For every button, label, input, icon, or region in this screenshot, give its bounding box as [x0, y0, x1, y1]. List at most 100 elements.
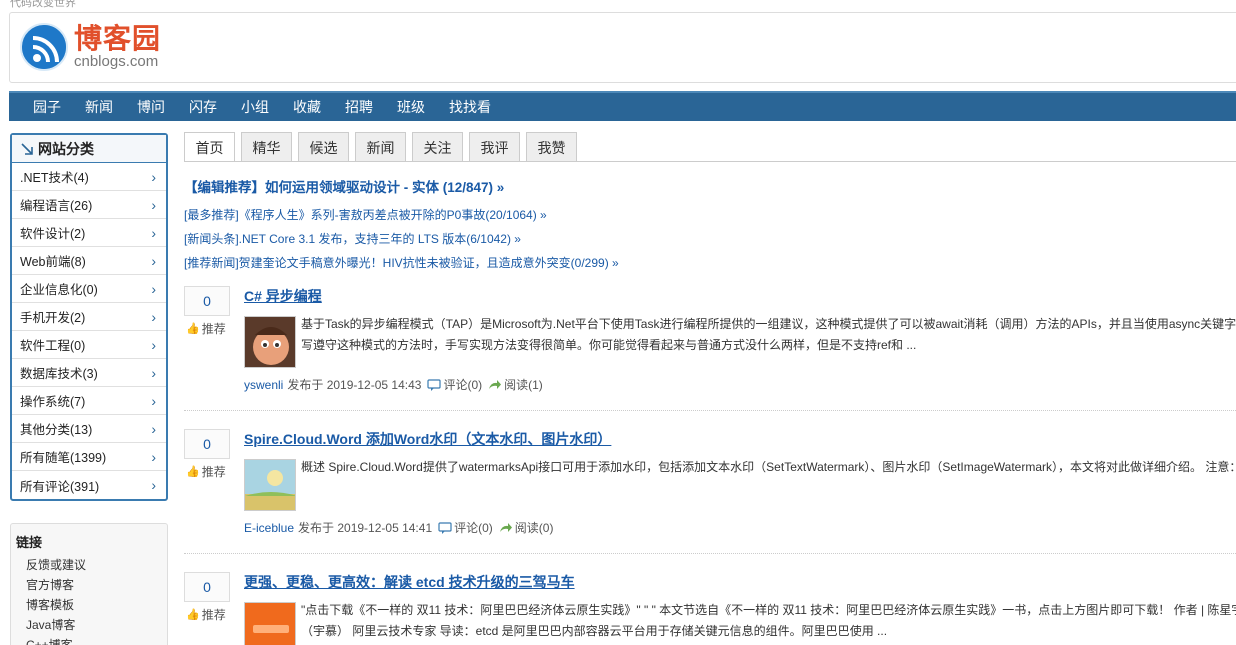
post-title[interactable]: C# 异步编程	[244, 286, 322, 306]
tab-home[interactable]: 首页	[184, 132, 235, 162]
nav-item[interactable]: 新闻	[85, 97, 113, 117]
nav-item[interactable]: 找找看	[449, 97, 491, 117]
post-date: 发布于 2019-12-05 14:43	[287, 378, 422, 392]
chevron-right-icon: ›	[151, 252, 156, 269]
reads-link[interactable]: 阅读(1)	[504, 376, 543, 393]
thumbs-up-icon: 👍	[186, 466, 200, 478]
category-item[interactable]: .NET技术(4) ›	[12, 163, 166, 191]
chevron-right-icon: ›	[151, 196, 156, 213]
category-item[interactable]: 手机开发(2) ›	[12, 303, 166, 331]
nav-item[interactable]: 园子	[33, 97, 61, 117]
avatar[interactable]	[244, 459, 296, 511]
chevron-right-icon: ›	[151, 168, 156, 185]
rss-logo-icon	[20, 23, 68, 71]
tab-my-comments[interactable]: 我评	[469, 132, 520, 162]
post-date: 发布于 2019-12-05 14:41	[298, 521, 433, 535]
nav-item[interactable]: 招聘	[345, 97, 373, 117]
tab-candidate[interactable]: 候选	[298, 132, 349, 162]
link-item[interactable]: 博客模板	[16, 595, 162, 615]
tab-news[interactable]: 新闻	[355, 132, 406, 162]
chevron-right-icon: ›	[151, 420, 156, 437]
category-label: 数据库技术(3)	[20, 367, 98, 381]
tab-featured[interactable]: 精华	[241, 132, 292, 162]
post-author[interactable]: E-iceblue	[244, 521, 294, 535]
recommend-link[interactable]: [最多推荐]《程序人生》系列-害敖丙差点被开除的P0事故(20/1064) »	[184, 206, 547, 223]
links-title: 链接	[16, 535, 43, 550]
category-item[interactable]: 所有随笔(1399) ›	[12, 443, 166, 471]
category-item[interactable]: 所有评论(391) ›	[12, 471, 166, 499]
recommend-button[interactable]: 👍 推荐	[186, 320, 226, 337]
recommend-label: 推荐	[201, 322, 226, 336]
category-label: 编程语言(26)	[20, 199, 93, 213]
news-headline-link[interactable]: [新闻头条].NET Core 3.1 发布，支持三年的 LTS 版本(6/10…	[184, 230, 521, 247]
chevron-right-icon: ›	[151, 364, 156, 381]
post-meta: yswenli 发布于 2019-12-05 14:43 评论(0) 阅读(1)	[244, 376, 543, 393]
category-item[interactable]: 软件设计(2) ›	[12, 219, 166, 247]
recommend-button[interactable]: 👍 推荐	[186, 606, 226, 623]
post-title[interactable]: 更强、更稳、更高效：解读 etcd 技术升级的三驾马车	[244, 572, 575, 592]
editor-pick-link[interactable]: 【编辑推荐】如何运用领域驱动设计 - 实体 (12/847) »	[184, 176, 504, 196]
category-item[interactable]: 数据库技术(3) ›	[12, 359, 166, 387]
comment-icon	[427, 378, 442, 391]
post-item: 0 👍 推荐 更强、更稳、更高效：解读 etcd 技术升级的三驾马车 "点击下载《…	[184, 572, 1236, 645]
category-item[interactable]: 编程语言(26) ›	[12, 191, 166, 219]
post-title[interactable]: Spire.Cloud.Word 添加Word水印（文本水印、图片水印）	[244, 429, 611, 449]
category-item[interactable]: 软件工程(0) ›	[12, 331, 166, 359]
category-label: .NET技术(4)	[20, 171, 89, 185]
links-panel: 链接 反馈或建议 官方博客 博客模板 Java博客 C++博客	[10, 523, 168, 645]
link-item[interactable]: Java博客	[16, 615, 162, 635]
logo-domain: cnblogs.com	[74, 53, 159, 70]
recommend-button[interactable]: 👍 推荐	[186, 463, 226, 480]
avatar[interactable]	[244, 316, 296, 368]
link-item[interactable]: 反馈或建议	[16, 555, 162, 575]
thumbs-up-icon: 👍	[186, 323, 200, 335]
avatar[interactable]	[244, 602, 296, 645]
category-item[interactable]: Web前端(8) ›	[12, 247, 166, 275]
arrow-down-right-icon	[21, 142, 33, 155]
nav-item[interactable]: 闪存	[189, 97, 217, 117]
content-tabs: 首页 精华 候选 新闻 关注 我评 我赞	[184, 132, 583, 162]
chevron-right-icon: ›	[151, 280, 156, 297]
tab-my-likes[interactable]: 我赞	[526, 132, 577, 162]
post-divider	[184, 410, 1236, 411]
post-author[interactable]: yswenli	[244, 378, 283, 392]
nav-item[interactable]: 博问	[137, 97, 165, 117]
post-item: 0 👍 推荐 C# 异步编程 基于Task的异步编程模式（TAP）是Microso…	[184, 286, 1236, 404]
category-label: 企业信息化(0)	[20, 283, 98, 297]
vote-count: 0	[184, 286, 230, 316]
category-header: 网站分类	[12, 135, 166, 163]
category-label: 操作系统(7)	[20, 395, 86, 409]
chevron-right-icon: ›	[151, 308, 156, 325]
category-label: 其他分类(13)	[20, 423, 93, 437]
category-label: 手机开发(2)	[20, 311, 86, 325]
logo-title: 博客园	[74, 22, 162, 55]
category-item[interactable]: 操作系统(7) ›	[12, 387, 166, 415]
tab-following[interactable]: 关注	[412, 132, 463, 162]
tabs-divider	[184, 161, 1236, 162]
category-label: 所有评论(391)	[20, 479, 100, 494]
category-label: Web前端(8)	[20, 255, 86, 269]
category-label: 所有随笔(1399)	[20, 451, 107, 465]
reads-link[interactable]: 阅读(0)	[515, 519, 554, 536]
category-sidebar: 网站分类 .NET技术(4) › 编程语言(26) › 软件设计(2) › Web前端…	[10, 133, 168, 501]
chevron-right-icon: ›	[151, 477, 156, 493]
link-item[interactable]: 官方博客	[16, 575, 162, 595]
category-item[interactable]: 企业信息化(0) ›	[12, 275, 166, 303]
category-label: 软件设计(2)	[20, 227, 86, 241]
site-logo[interactable]: 博客园 cnblogs.com	[20, 23, 161, 71]
category-item[interactable]: 其他分类(13) ›	[12, 415, 166, 443]
comments-link[interactable]: 评论(0)	[443, 376, 482, 393]
link-item[interactable]: C++博客	[16, 635, 162, 645]
read-arrow-icon	[489, 379, 502, 389]
nav-item[interactable]: 小组	[241, 97, 269, 117]
nav-item[interactable]: 班级	[397, 97, 425, 117]
comments-link[interactable]: 评论(0)	[454, 519, 493, 536]
chevron-right-icon: ›	[151, 336, 156, 353]
chevron-right-icon: ›	[151, 448, 156, 465]
chevron-right-icon: ›	[151, 224, 156, 241]
news-recommend-link[interactable]: [推荐新闻]贺建奎论文手稿意外曝光！HIV抗性未被验证，且造成意外突变(0/29…	[184, 254, 619, 271]
nav-item[interactable]: 收藏	[293, 97, 321, 117]
comment-icon	[438, 521, 452, 534]
header: 博客园 cnblogs.com	[9, 12, 1236, 83]
post-divider	[184, 553, 1236, 554]
